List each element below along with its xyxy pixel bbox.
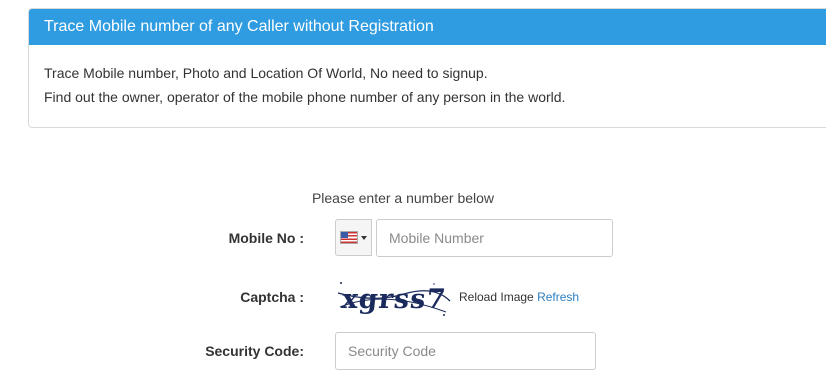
- reload-label: Reload Image: [459, 290, 534, 304]
- country-select[interactable]: [335, 219, 372, 256]
- captcha-image: xgrss7: [337, 282, 451, 316]
- security-code-label: Security Code:: [205, 343, 304, 359]
- captcha-label: Captcha :: [240, 289, 304, 305]
- security-code-input[interactable]: [335, 332, 596, 370]
- info-panel: Trace Mobile number of any Caller withou…: [28, 8, 826, 128]
- panel-description-line-1: Trace Mobile number, Photo and Location …: [44, 65, 488, 81]
- caret-down-icon: [361, 235, 367, 240]
- reload-captcha: Reload Image Refresh: [459, 290, 579, 304]
- mobile-number-input[interactable]: [376, 219, 613, 257]
- mobile-label: Mobile No :: [228, 230, 304, 246]
- refresh-link[interactable]: Refresh: [537, 290, 579, 304]
- panel-description-line-2: Find out the owner, operator of the mobi…: [44, 89, 566, 105]
- us-flag-icon: [340, 231, 358, 244]
- panel-title: Trace Mobile number of any Caller withou…: [29, 9, 826, 45]
- form-prompt: Please enter a number below: [311, 190, 495, 206]
- panel-body: Trace Mobile number, Photo and Location …: [29, 45, 826, 109]
